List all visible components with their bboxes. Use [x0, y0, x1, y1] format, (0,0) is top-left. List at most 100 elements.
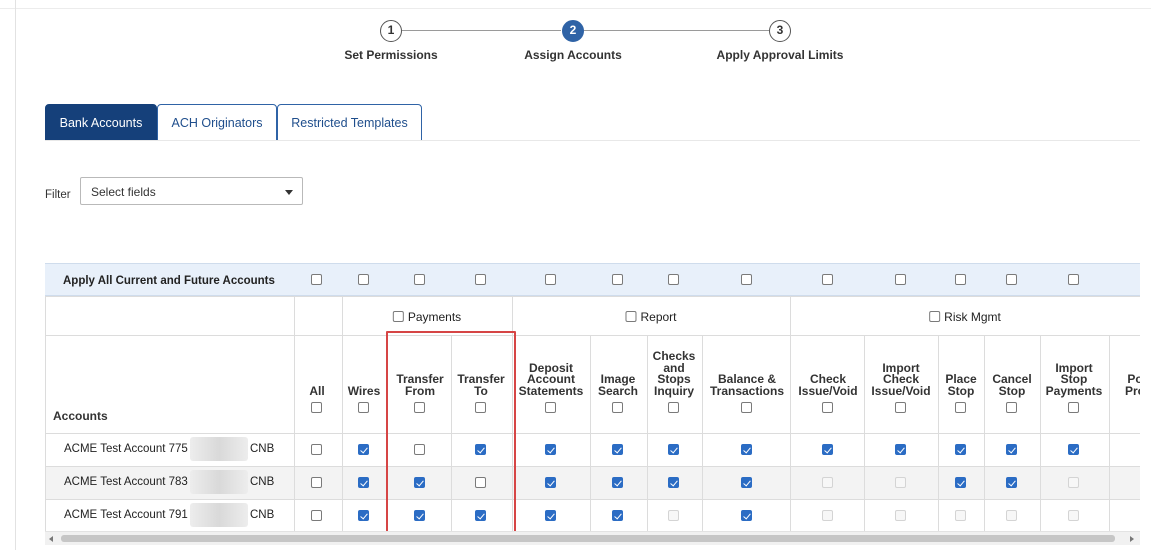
column-select-all-checkbox[interactable]: [475, 402, 486, 413]
column-header: Transfer To: [457, 372, 505, 398]
column-select-all-checkbox[interactable]: [545, 402, 556, 413]
apply-all-checkbox[interactable]: [358, 274, 369, 285]
apply-all-checkbox[interactable]: [822, 274, 833, 285]
column-select-all-checkbox[interactable]: [955, 402, 966, 413]
column-divider: [1040, 335, 1041, 532]
scroll-left-icon[interactable]: [49, 536, 53, 542]
permission-checkbox[interactable]: [545, 444, 556, 455]
app-frame: 1 Set Permissions 2 Assign Accounts 3 Ap…: [0, 0, 1151, 550]
column-select-all-checkbox[interactable]: [358, 402, 369, 413]
apply-all-label: Apply All Current and Future Accounts: [63, 275, 275, 287]
permission-checkbox: [822, 477, 833, 488]
column-divider: [512, 296, 513, 532]
permission-checkbox: [822, 510, 833, 521]
group-label: Risk Mgmt: [944, 310, 1001, 324]
column-divider: [386, 335, 387, 532]
permission-checkbox[interactable]: [475, 444, 486, 455]
filter-select[interactable]: Select fields: [80, 177, 303, 205]
permission-checkbox[interactable]: [955, 477, 966, 488]
permission-checkbox[interactable]: [414, 444, 425, 455]
step-3-label[interactable]: Apply Approval Limits: [717, 48, 844, 62]
account-name: ACME Test Account 783 -: [64, 476, 195, 488]
permission-checkbox[interactable]: [1006, 444, 1017, 455]
column-select-all-checkbox[interactable]: [1006, 402, 1017, 413]
permission-checkbox[interactable]: [545, 510, 556, 521]
horizontal-scrollbar[interactable]: [45, 531, 1140, 545]
column-select-all-checkbox[interactable]: [414, 402, 425, 413]
step-2-label[interactable]: Assign Accounts: [524, 48, 622, 62]
column-header: Deposit Account Statements: [518, 360, 584, 398]
permission-checkbox: [1068, 510, 1079, 521]
permission-checkbox[interactable]: [741, 510, 752, 521]
permission-checkbox[interactable]: [311, 510, 322, 521]
column-select-all-checkbox[interactable]: [822, 402, 833, 413]
tab-ach-originators[interactable]: ACH Originators: [157, 104, 277, 141]
permission-checkbox[interactable]: [741, 477, 752, 488]
scrollbar-thumb[interactable]: [61, 535, 1115, 542]
column-select-all-checkbox[interactable]: [612, 402, 623, 413]
permission-checkbox: [1006, 510, 1017, 521]
apply-all-checkbox[interactable]: [612, 274, 623, 285]
permission-checkbox[interactable]: [414, 510, 425, 521]
masked-account-number: [190, 470, 248, 494]
column-select-all-checkbox[interactable]: [741, 402, 752, 413]
permission-checkbox[interactable]: [414, 477, 425, 488]
apply-all-checkbox[interactable]: [414, 274, 425, 285]
column-select-all-checkbox[interactable]: [895, 402, 906, 413]
permission-checkbox[interactable]: [311, 477, 322, 488]
permission-checkbox[interactable]: [612, 477, 623, 488]
tab-restricted-templates[interactable]: Restricted Templates: [277, 104, 422, 141]
apply-all-checkbox[interactable]: [955, 274, 966, 285]
permission-checkbox: [668, 510, 679, 521]
step-1-indicator[interactable]: 1: [380, 20, 402, 42]
column-divider: [647, 335, 648, 532]
column-select-all-checkbox[interactable]: [1068, 402, 1079, 413]
permission-checkbox[interactable]: [668, 444, 679, 455]
risk-mgmt-group-header: Risk Mgmt: [929, 310, 1001, 324]
column-divider: [451, 335, 452, 532]
permission-checkbox[interactable]: [612, 444, 623, 455]
permission-checkbox[interactable]: [358, 444, 369, 455]
row-divider: [45, 466, 1140, 467]
permission-checkbox[interactable]: [545, 477, 556, 488]
tab-bank-accounts[interactable]: Bank Accounts: [45, 104, 157, 141]
permission-checkbox[interactable]: [358, 477, 369, 488]
permission-checkbox[interactable]: [475, 510, 486, 521]
column-select-all-checkbox[interactable]: [668, 402, 679, 413]
permission-checkbox[interactable]: [1068, 444, 1079, 455]
group-checkbox[interactable]: [929, 311, 941, 322]
column-header: Wires: [347, 383, 381, 398]
permission-checkbox[interactable]: [475, 477, 486, 488]
group-label: Payments: [407, 310, 462, 324]
group-checkbox[interactable]: [625, 311, 637, 322]
apply-all-checkbox[interactable]: [668, 274, 679, 285]
permissions-table: Apply All Current and Future Accounts Ac…: [45, 263, 1140, 550]
permission-checkbox[interactable]: [741, 444, 752, 455]
permission-checkbox: [895, 477, 906, 488]
apply-all-checkbox[interactable]: [545, 274, 556, 285]
apply-all-row: Apply All Current and Future Accounts: [45, 263, 1140, 296]
step-2-indicator[interactable]: 2: [562, 20, 584, 42]
column-select-all-checkbox[interactable]: [311, 402, 322, 413]
permission-checkbox[interactable]: [955, 444, 966, 455]
permission-checkbox[interactable]: [358, 510, 369, 521]
apply-all-checkbox[interactable]: [895, 274, 906, 285]
apply-all-checkbox[interactable]: [475, 274, 486, 285]
permission-checkbox[interactable]: [311, 444, 322, 455]
apply-all-checkbox[interactable]: [1068, 274, 1079, 285]
column-header: Image Search: [597, 372, 639, 398]
permission-checkbox[interactable]: [895, 444, 906, 455]
accounts-column-header: Accounts: [53, 409, 108, 423]
step-1-label[interactable]: Set Permissions: [344, 48, 437, 62]
column-header: Check Issue/Void: [798, 372, 858, 398]
permission-checkbox[interactable]: [822, 444, 833, 455]
apply-all-checkbox[interactable]: [741, 274, 752, 285]
apply-all-checkbox[interactable]: [311, 274, 322, 285]
scroll-right-icon[interactable]: [1130, 536, 1134, 542]
permission-checkbox[interactable]: [668, 477, 679, 488]
apply-all-checkbox[interactable]: [1006, 274, 1017, 285]
permission-checkbox[interactable]: [612, 510, 623, 521]
group-checkbox[interactable]: [392, 311, 404, 322]
step-3-indicator[interactable]: 3: [769, 20, 791, 42]
permission-checkbox[interactable]: [1006, 477, 1017, 488]
